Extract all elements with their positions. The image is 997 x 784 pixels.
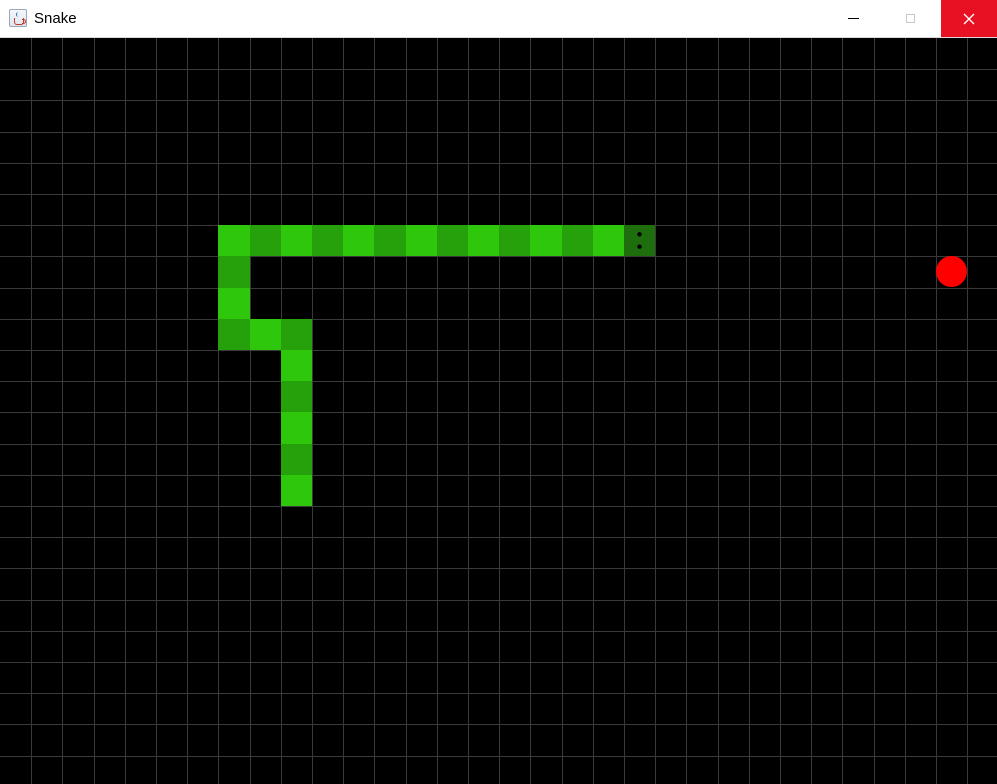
- maximize-button[interactable]: [887, 0, 933, 37]
- food-apple: [936, 256, 967, 287]
- snake-segment: [250, 225, 281, 256]
- snake-segment: [281, 225, 312, 256]
- close-icon: [963, 13, 975, 24]
- snake-segment: [562, 225, 593, 256]
- snake-segment: [406, 225, 437, 256]
- snake-segment: [281, 475, 312, 506]
- snake-segment: [281, 412, 312, 444]
- snake-segment: [530, 225, 562, 256]
- snake-segment: [374, 225, 406, 256]
- snake-segment: [218, 225, 250, 256]
- snake-segment: [593, 225, 624, 256]
- game-board[interactable]: [0, 38, 997, 784]
- java-coffee-cup-icon: [9, 9, 27, 27]
- snake-segment: [312, 225, 343, 256]
- minimize-button[interactable]: [830, 0, 876, 37]
- snake-segment: [218, 256, 250, 288]
- game-canvas: [0, 38, 997, 784]
- snake-segment: [281, 444, 312, 475]
- snake-segment: [281, 381, 312, 412]
- snake-segment: [218, 288, 250, 319]
- snake-segment: [250, 319, 281, 350]
- snake-segment: [281, 319, 312, 350]
- snake-segment: [437, 225, 468, 256]
- snake-eye: [637, 244, 642, 249]
- snake-segment: [468, 225, 499, 256]
- window-title: Snake: [34, 10, 77, 27]
- snake-segment: [281, 350, 312, 381]
- close-button[interactable]: [941, 0, 997, 37]
- snake-segment: [499, 225, 530, 256]
- title-bar: Snake: [0, 0, 997, 38]
- snake-eye: [637, 232, 642, 237]
- maximize-icon: [905, 14, 915, 23]
- minimize-icon: [847, 18, 859, 19]
- snake-segment: [218, 319, 250, 350]
- snake-segment: [343, 225, 374, 256]
- snake-head: [624, 225, 655, 256]
